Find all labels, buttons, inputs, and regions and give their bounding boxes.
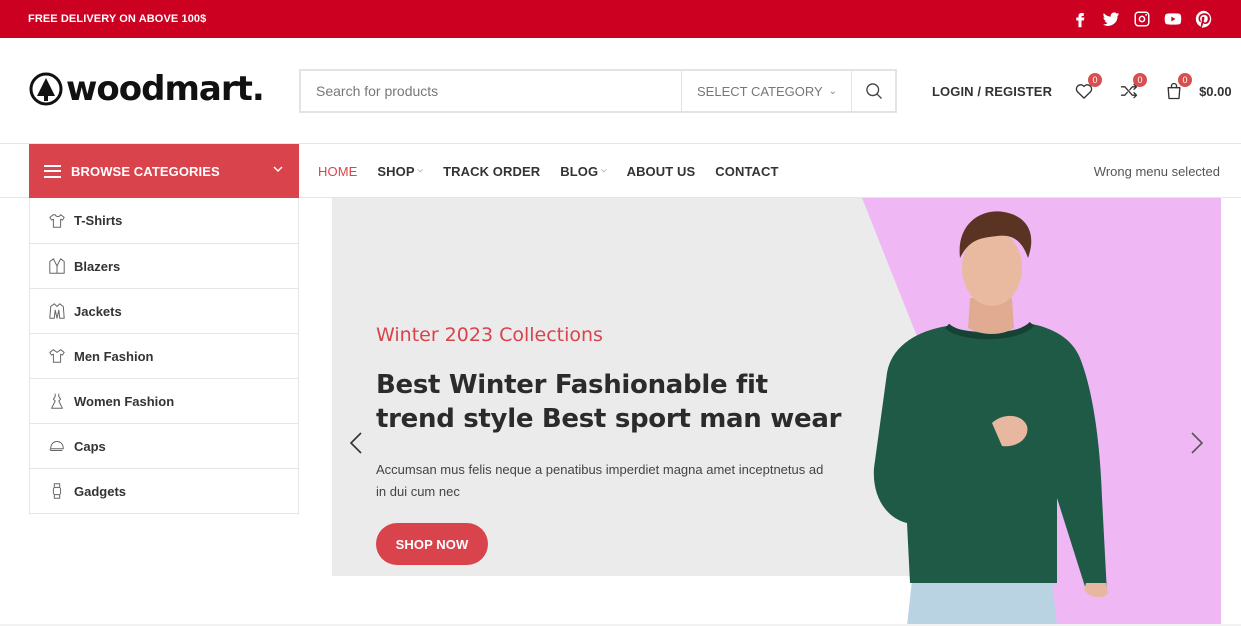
facebook-icon[interactable] — [1070, 10, 1089, 29]
menu-item-contact[interactable]: CONTACT — [715, 164, 778, 179]
watch-icon — [52, 483, 62, 499]
jacket-icon — [49, 303, 65, 319]
tshirt-icon — [49, 213, 65, 228]
wishlist-button[interactable]: 0 — [1072, 73, 1103, 103]
logo-text: woodmart. — [66, 69, 265, 109]
cart-count-badge: 0 — [1178, 73, 1193, 87]
chevron-down-icon — [272, 162, 284, 180]
hero-title: Best Winter Fashionable fit trend style … — [376, 370, 842, 434]
menu-item-label: HOME — [318, 163, 358, 179]
social-links — [1070, 10, 1213, 29]
browse-categories-label: BROWSE CATEGORIES — [71, 163, 220, 179]
blazer-icon — [49, 258, 65, 274]
browse-categories-button[interactable]: BROWSE CATEGORIES — [29, 144, 299, 198]
category-item-women-fashion[interactable]: Women Fashion — [30, 378, 298, 423]
hero-description: Accumsan mus felis neque a penatibus imp… — [376, 462, 824, 499]
slider-prev-button[interactable] — [346, 428, 366, 458]
menu-item-label: CONTACT — [715, 163, 779, 179]
menu-item-home[interactable]: HOME — [318, 164, 357, 179]
menu-item-about-us[interactable]: ABOUT US — [627, 164, 696, 179]
category-item-t-shirts[interactable]: T-Shirts — [30, 198, 298, 243]
category-label: Caps — [74, 438, 106, 454]
slider-next-button[interactable] — [1187, 428, 1207, 458]
pinterest-icon[interactable] — [1194, 10, 1213, 29]
category-item-gadgets[interactable]: Gadgets — [30, 468, 298, 513]
site-header: woodmart. SELECT CATEGORY ⌄ LOGIN / REGI… — [0, 38, 1241, 144]
secondary-menu-notice: Wrong menu selected — [1093, 163, 1220, 179]
category-label: Men Fashion — [74, 348, 154, 364]
hero-subtitle: Winter 2023 Collections — [376, 324, 603, 346]
menu-item-shop[interactable]: SHOP ⌵ — [377, 164, 423, 179]
chevron-down-icon: ⌵ — [601, 167, 607, 174]
chevron-right-icon — [1191, 432, 1204, 454]
cart-button[interactable]: 0 — [1162, 73, 1193, 103]
hero-slider: Winter 2023 Collections Best Winter Fash… — [332, 198, 1221, 626]
category-label: T-Shirts — [74, 213, 123, 228]
category-label: Jackets — [74, 303, 122, 319]
chevron-down-icon: ⌵ — [417, 167, 424, 174]
main-navbar: BROWSE CATEGORIES HOME SHOP ⌵ TRACK ORDER… — [0, 144, 1241, 198]
search-bar: SELECT CATEGORY ⌄ — [299, 69, 897, 113]
tree-logo-icon — [29, 72, 63, 106]
chevron-down-icon: ⌄ — [828, 85, 837, 97]
category-item-caps[interactable]: Caps — [30, 423, 298, 468]
category-item-jackets[interactable]: Jackets — [30, 288, 298, 333]
menu-item-track-order[interactable]: TRACK ORDER — [443, 164, 540, 179]
top-bar: FREE DELIVERY ON ABOVE 100$ — [0, 0, 1241, 38]
chevron-left-icon — [349, 432, 362, 454]
twitter-icon[interactable] — [1101, 10, 1120, 29]
shop-now-button[interactable]: SHOP NOW — [376, 523, 488, 565]
hamburger-icon — [44, 164, 61, 178]
compare-button[interactable]: 0 — [1117, 73, 1148, 103]
login-register-link[interactable]: LOGIN / REGISTER — [932, 84, 1052, 99]
category-select[interactable]: SELECT CATEGORY ⌄ — [681, 71, 852, 111]
cap-icon — [49, 441, 64, 451]
category-label: Women Fashion — [74, 393, 175, 409]
menu-item-label: BLOG — [560, 163, 599, 179]
promo-text: FREE DELIVERY ON ABOVE 100$ — [28, 13, 207, 25]
search-input[interactable] — [301, 71, 681, 111]
cart-total[interactable]: $0.00 — [1199, 84, 1232, 99]
model-image — [873, 211, 1108, 626]
category-label: Gadgets — [74, 483, 127, 499]
logo[interactable]: woodmart. — [29, 69, 265, 109]
menu-item-label: SHOP — [377, 163, 415, 179]
wishlist-count-badge: 0 — [1088, 73, 1103, 87]
instagram-icon[interactable] — [1132, 10, 1151, 29]
men-shirt-icon — [49, 349, 65, 363]
main-menu: HOME SHOP ⌵ TRACK ORDER BLOG ⌵ ABOUT US CO… — [318, 144, 779, 198]
menu-item-label: ABOUT US — [626, 163, 696, 179]
search-button[interactable] — [852, 71, 895, 111]
category-label: Blazers — [74, 258, 121, 274]
compare-count-badge: 0 — [1133, 73, 1148, 87]
category-item-blazers[interactable]: Blazers — [30, 243, 298, 288]
category-list: T-Shirts Blazers Jackets Men Fashion Wom… — [29, 198, 299, 514]
dress-icon — [51, 393, 63, 409]
category-select-label: SELECT CATEGORY — [697, 83, 823, 99]
menu-item-label: TRACK ORDER — [443, 163, 541, 179]
search-icon — [865, 83, 882, 99]
youtube-icon[interactable] — [1163, 10, 1182, 29]
menu-item-blog[interactable]: BLOG ⌵ — [560, 164, 606, 179]
category-item-men-fashion[interactable]: Men Fashion — [30, 333, 298, 378]
header-actions: LOGIN / REGISTER 0 0 0 $0.00 — [932, 73, 1232, 103]
